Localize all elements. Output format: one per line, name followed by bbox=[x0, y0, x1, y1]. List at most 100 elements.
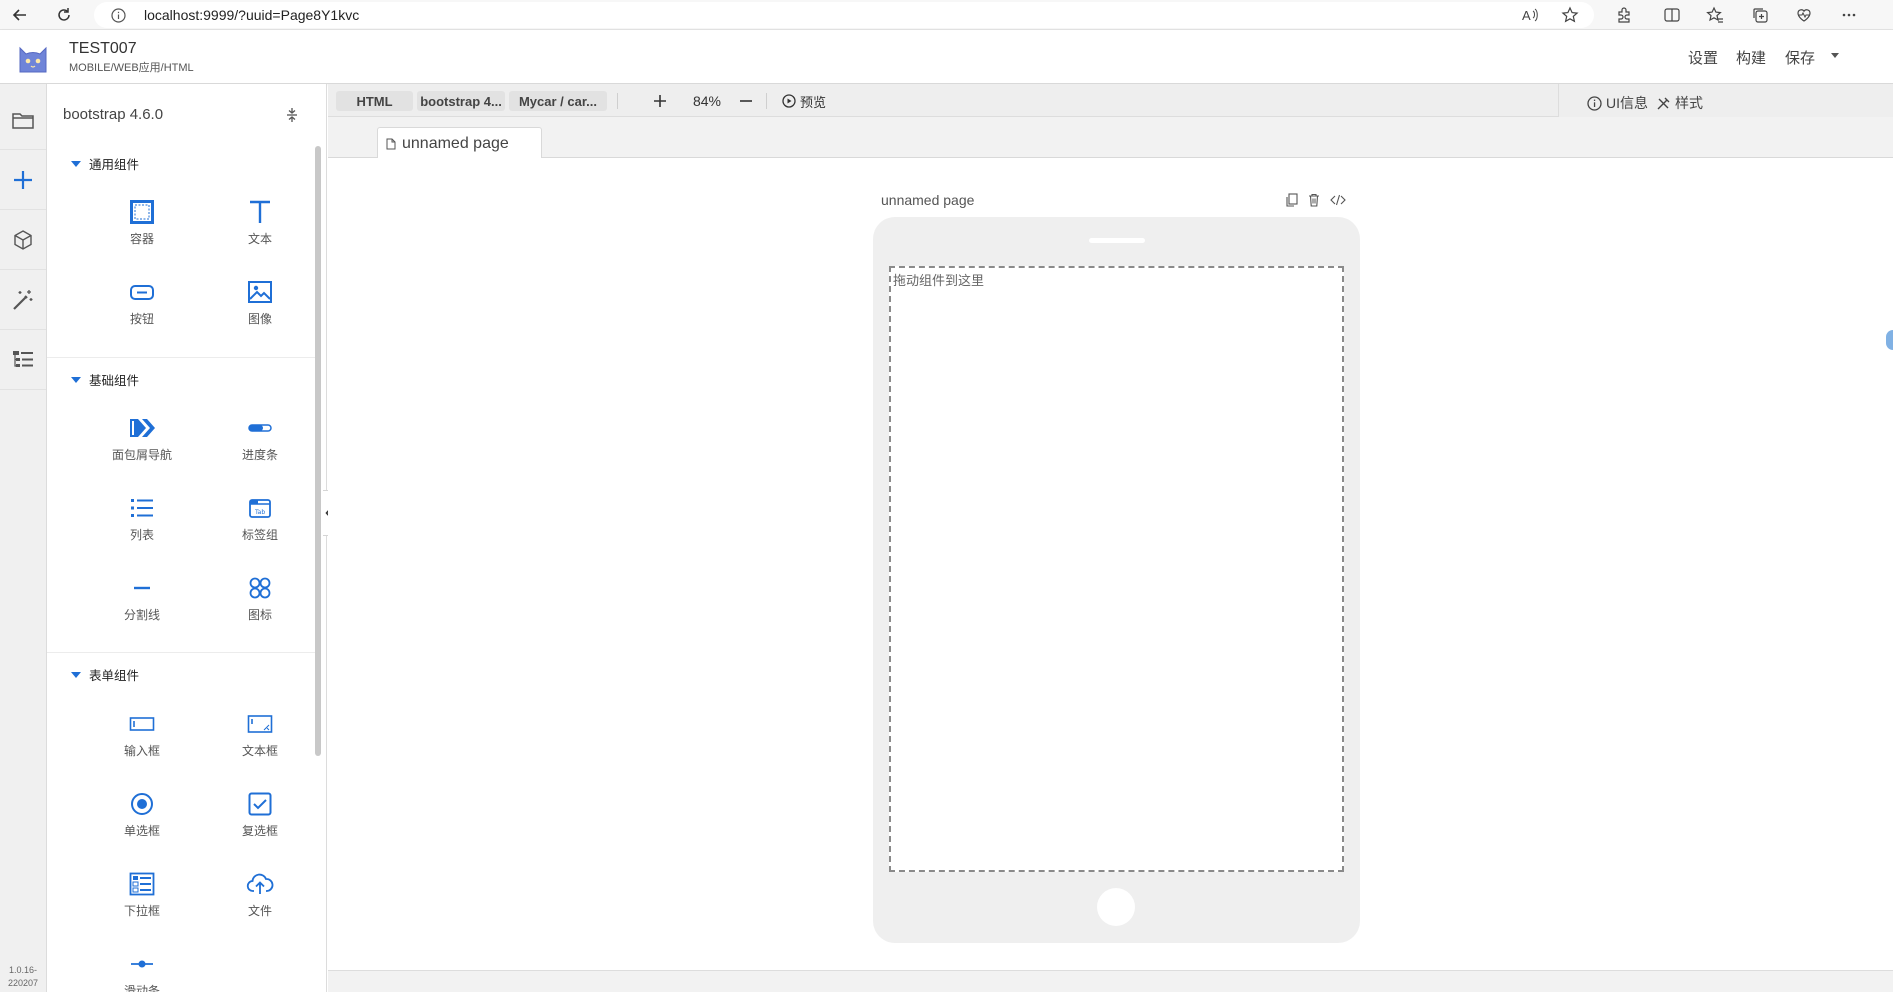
expand-caret-icon bbox=[71, 376, 81, 383]
section-divider bbox=[47, 652, 315, 653]
section-general[interactable]: 通用组件 bbox=[71, 154, 139, 173]
copy-icon[interactable] bbox=[1286, 193, 1298, 207]
plus-icon bbox=[654, 95, 666, 107]
component-text[interactable]: 文本 bbox=[205, 196, 315, 256]
favorite-star-icon[interactable] bbox=[1558, 3, 1582, 27]
component-container[interactable]: 容器 bbox=[87, 196, 197, 256]
add-component-icon[interactable] bbox=[0, 150, 46, 210]
expand-caret-icon bbox=[71, 671, 81, 678]
component-label: 输入框 bbox=[123, 744, 160, 758]
browser-toolbar: localhost:9999/?uuid=Page8Y1kvc A bbox=[0, 0, 1893, 30]
section-basic[interactable]: 基础组件 bbox=[71, 370, 139, 389]
component-slider[interactable]: 滑动条 bbox=[87, 948, 197, 992]
component-divider[interactable]: 分割线 bbox=[87, 572, 197, 632]
back-icon[interactable] bbox=[8, 3, 32, 27]
delete-icon[interactable] bbox=[1308, 193, 1320, 207]
expand-caret-icon bbox=[71, 160, 81, 167]
icon-grid-icon bbox=[246, 574, 274, 602]
component-label: 分割线 bbox=[123, 608, 160, 622]
component-label: 文本框 bbox=[241, 744, 278, 758]
performance-icon[interactable] bbox=[1792, 3, 1816, 27]
read-aloud-icon[interactable]: A bbox=[1519, 3, 1543, 27]
tabs-icon: Tab bbox=[246, 494, 274, 522]
outline-tree-icon[interactable] bbox=[0, 330, 46, 390]
component-label: 进度条 bbox=[241, 448, 278, 462]
tools-icon bbox=[1657, 97, 1670, 109]
magic-wand-icon[interactable] bbox=[0, 270, 46, 330]
left-rail: 1.0.16- 220207 bbox=[0, 84, 47, 992]
design-canvas[interactable]: unnamed page 拖动组件到这里 bbox=[328, 158, 1893, 970]
component-icon[interactable]: 图标 bbox=[205, 572, 315, 632]
upload-icon bbox=[246, 870, 274, 898]
breadcrumb-framework[interactable]: bootstrap 4... bbox=[417, 91, 505, 111]
component-breadcrumb[interactable]: 面包屑导航 bbox=[87, 412, 197, 472]
version-line-1: 1.0.16- bbox=[8, 965, 38, 975]
collections-icon[interactable] bbox=[1748, 3, 1772, 27]
component-tabs[interactable]: Tab 标签组 bbox=[205, 492, 315, 552]
save-button[interactable]: 保存 bbox=[1785, 47, 1815, 68]
component-list[interactable]: 列表 bbox=[87, 492, 197, 552]
component-progress[interactable]: 进度条 bbox=[205, 412, 315, 472]
component-label: 图标 bbox=[247, 608, 272, 622]
split-screen-icon[interactable] bbox=[1660, 3, 1684, 27]
section-form[interactable]: 表单组件 bbox=[71, 665, 139, 684]
reload-icon[interactable] bbox=[52, 3, 76, 27]
save-dropdown-caret-icon[interactable] bbox=[1831, 53, 1839, 58]
component-button[interactable]: 按钮 bbox=[87, 276, 197, 336]
component-radio[interactable]: 单选框 bbox=[87, 788, 197, 848]
collapse-all-icon[interactable] bbox=[285, 106, 299, 124]
component-file[interactable]: 文件 bbox=[205, 868, 315, 928]
component-image[interactable]: 图像 bbox=[205, 276, 315, 336]
component-label: 按钮 bbox=[129, 312, 154, 326]
info-icon[interactable] bbox=[110, 7, 126, 23]
side-panel-handle[interactable] bbox=[1886, 330, 1893, 350]
build-button[interactable]: 构建 bbox=[1736, 47, 1766, 68]
preview-label: 预览 bbox=[799, 94, 826, 110]
button-icon bbox=[128, 278, 156, 306]
zoom-out-button[interactable] bbox=[736, 91, 756, 111]
section-title: 通用组件 bbox=[89, 158, 140, 172]
app-version: 1.0.16- 220207 bbox=[0, 964, 46, 992]
component-checkbox[interactable]: 复选框 bbox=[205, 788, 315, 848]
settings-button[interactable]: 设置 bbox=[1688, 47, 1718, 68]
component-label: 列表 bbox=[129, 528, 154, 542]
breadcrumb-html[interactable]: HTML bbox=[336, 91, 413, 111]
ui-info-tab[interactable]: UI信息 bbox=[1587, 93, 1648, 113]
url-text[interactable]: localhost:9999/?uuid=Page8Y1kvc bbox=[144, 7, 359, 23]
list-icon bbox=[128, 494, 156, 522]
preview-button[interactable]: 预览 bbox=[778, 91, 830, 111]
component-label: 滑动条 bbox=[123, 984, 160, 992]
more-icon[interactable] bbox=[1837, 3, 1861, 27]
canvas-footer bbox=[328, 970, 1893, 992]
component-label: 下拉框 bbox=[123, 904, 160, 918]
code-icon[interactable] bbox=[1330, 193, 1346, 207]
component-select[interactable]: 下拉框 bbox=[87, 868, 197, 928]
component-label: 单选框 bbox=[123, 824, 160, 838]
zoom-level: 84% bbox=[692, 93, 722, 109]
select-icon bbox=[128, 870, 156, 898]
checkbox-icon bbox=[246, 790, 274, 818]
cube-icon[interactable] bbox=[0, 210, 46, 270]
page-actions bbox=[1286, 193, 1346, 207]
component-input[interactable]: 输入框 bbox=[87, 708, 197, 768]
style-label: 样式 bbox=[1675, 95, 1703, 111]
panel-scrollbar[interactable] bbox=[315, 146, 321, 756]
radio-icon bbox=[128, 790, 156, 818]
component-label: 标签组 bbox=[241, 528, 278, 542]
extensions-icon[interactable] bbox=[1612, 3, 1636, 27]
breadcrumb-page-path[interactable]: Mycar / car... bbox=[509, 91, 607, 111]
drop-zone[interactable]: 拖动组件到这里 bbox=[889, 266, 1344, 872]
pages-icon[interactable] bbox=[0, 90, 46, 150]
library-title[interactable]: bootstrap 4.6.0 bbox=[63, 106, 163, 123]
component-textarea[interactable]: 文本框 bbox=[205, 708, 315, 768]
style-tab[interactable]: 样式 bbox=[1656, 93, 1703, 113]
container-icon bbox=[128, 198, 156, 226]
textarea-icon bbox=[246, 710, 274, 738]
phone-speaker bbox=[1089, 238, 1145, 243]
progress-icon bbox=[246, 414, 274, 442]
address-bar[interactable]: localhost:9999/?uuid=Page8Y1kvc bbox=[94, 2, 1594, 28]
favorites-icon[interactable] bbox=[1703, 3, 1727, 27]
info-circle-icon bbox=[1587, 95, 1602, 111]
tab-unnamed-page[interactable]: unnamed page bbox=[377, 127, 542, 159]
zoom-in-button[interactable] bbox=[650, 91, 670, 111]
